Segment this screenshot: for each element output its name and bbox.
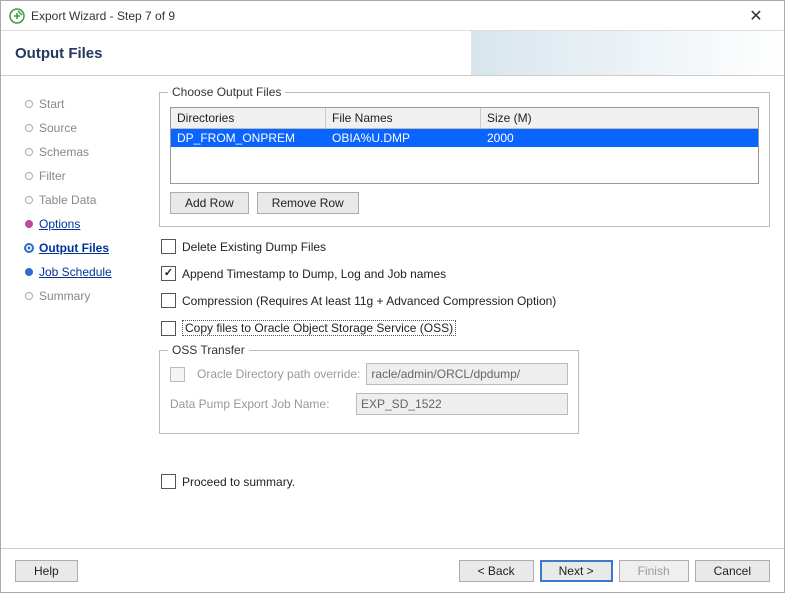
cancel-button[interactable]: Cancel — [695, 560, 770, 582]
nav-output-files[interactable]: Output Files — [15, 236, 145, 260]
wizard-nav: Start Source Schemas Filter Table Data O… — [15, 88, 145, 540]
close-button[interactable]: ✕ — [736, 6, 776, 26]
nav-dot-icon — [19, 267, 39, 277]
output-files-table[interactable]: Directories File Names Size (M) DP_FROM_… — [170, 107, 759, 184]
oss-override-checkbox — [170, 367, 185, 382]
oss-override-label: Oracle Directory path override: — [197, 367, 360, 381]
title-bar: Export Wizard - Step 7 of 9 ✕ — [1, 1, 784, 31]
nav-schemas: Schemas — [15, 140, 145, 164]
cell-filename[interactable]: OBIA%U.DMP — [326, 129, 481, 147]
table-header: Directories File Names Size (M) — [171, 108, 758, 129]
next-button[interactable]: Next > — [540, 560, 613, 582]
nav-options[interactable]: Options — [15, 212, 145, 236]
nav-dot-icon — [19, 243, 39, 253]
compression-label: Compression (Requires At least 11g + Adv… — [182, 294, 556, 308]
nav-job-schedule[interactable]: Job Schedule — [15, 260, 145, 284]
nav-dot-icon — [19, 147, 39, 157]
compression-checkbox-row[interactable]: Compression (Requires At least 11g + Adv… — [161, 293, 770, 308]
nav-source: Source — [15, 116, 145, 140]
col-size: Size (M) — [481, 108, 758, 128]
nav-dot-icon — [19, 123, 39, 133]
cell-size[interactable]: 2000 — [481, 129, 561, 147]
nav-dot-icon — [19, 219, 39, 229]
delete-existing-checkbox-row[interactable]: Delete Existing Dump Files — [161, 239, 770, 254]
oss-override-input — [366, 363, 568, 385]
window-title: Export Wizard - Step 7 of 9 — [31, 9, 736, 23]
oss-job-label: Data Pump Export Job Name: — [170, 397, 350, 411]
copy-oss-checkbox-row[interactable]: Copy files to Oracle Object Storage Serv… — [161, 320, 770, 336]
oss-job-input — [356, 393, 568, 415]
col-file-names: File Names — [326, 108, 481, 128]
table-row[interactable]: DP_FROM_ONPREM OBIA%U.DMP 2000 — [171, 129, 758, 147]
nav-dot-icon — [19, 171, 39, 181]
nav-start: Start — [15, 92, 145, 116]
delete-existing-label: Delete Existing Dump Files — [182, 240, 326, 254]
choose-legend: Choose Output Files — [168, 85, 285, 99]
app-icon — [9, 8, 25, 24]
append-timestamp-checkbox-row[interactable]: Append Timestamp to Dump, Log and Job na… — [161, 266, 770, 281]
nav-dot-icon — [19, 99, 39, 109]
help-button[interactable]: Help — [15, 560, 78, 582]
nav-filter: Filter — [15, 164, 145, 188]
delete-existing-checkbox[interactable] — [161, 239, 176, 254]
oss-transfer-group: OSS Transfer Oracle Directory path overr… — [159, 350, 579, 434]
table-empty-area — [171, 147, 758, 183]
copy-oss-label: Copy files to Oracle Object Storage Serv… — [182, 320, 456, 336]
nav-dot-icon — [19, 291, 39, 301]
proceed-summary-checkbox[interactable] — [161, 474, 176, 489]
append-timestamp-checkbox[interactable] — [161, 266, 176, 281]
page-title: Output Files — [15, 45, 103, 62]
append-timestamp-label: Append Timestamp to Dump, Log and Job na… — [182, 267, 446, 281]
copy-oss-checkbox[interactable] — [161, 321, 176, 336]
wizard-header: Output Files — [1, 31, 784, 76]
nav-dot-icon — [19, 195, 39, 205]
nav-summary: Summary — [15, 284, 145, 308]
compression-checkbox[interactable] — [161, 293, 176, 308]
add-row-button[interactable]: Add Row — [170, 192, 249, 214]
col-directories: Directories — [171, 108, 326, 128]
nav-table-data: Table Data — [15, 188, 145, 212]
finish-button: Finish — [619, 560, 689, 582]
proceed-summary-checkbox-row[interactable]: Proceed to summary. — [161, 474, 770, 489]
back-button[interactable]: < Back — [459, 560, 534, 582]
cell-directory[interactable]: DP_FROM_ONPREM — [171, 129, 326, 147]
remove-row-button[interactable]: Remove Row — [257, 192, 359, 214]
oss-legend: OSS Transfer — [168, 343, 249, 357]
wizard-footer: Help < Back Next > Finish Cancel — [1, 548, 784, 592]
choose-output-files-group: Choose Output Files Directories File Nam… — [159, 92, 770, 227]
proceed-summary-label: Proceed to summary. — [182, 475, 295, 489]
